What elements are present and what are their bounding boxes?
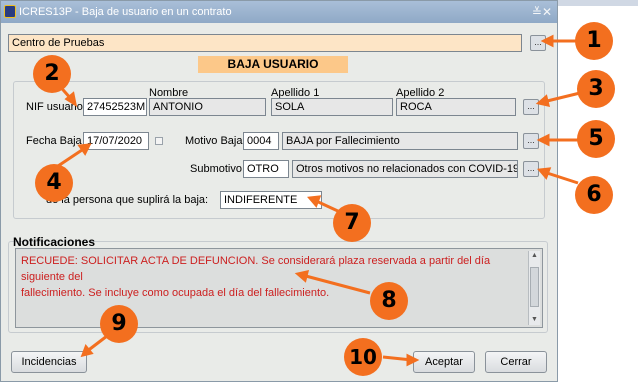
arrow-6-head bbox=[537, 167, 552, 180]
arrow-8-head bbox=[294, 270, 310, 283]
callout-10: 10 bbox=[344, 338, 382, 376]
arrow-3 bbox=[542, 91, 581, 104]
arrow-6 bbox=[543, 170, 579, 185]
arrow-10-head bbox=[406, 353, 420, 367]
arrow-7-head bbox=[307, 195, 322, 208]
arrow-8 bbox=[301, 273, 371, 295]
callout-9: 9 bbox=[100, 305, 138, 343]
callout-3: 3 bbox=[577, 70, 615, 108]
callout-5: 5 bbox=[577, 120, 615, 158]
callout-6: 6 bbox=[575, 176, 613, 214]
arrow-5-head bbox=[536, 133, 550, 147]
callout-7: 7 bbox=[333, 204, 371, 242]
callout-4: 4 bbox=[35, 164, 73, 202]
callout-8: 8 bbox=[370, 282, 408, 320]
callout-arrows bbox=[54, 34, 581, 367]
callout-1: 1 bbox=[575, 22, 613, 60]
arrow-1-head bbox=[540, 34, 554, 48]
arrow-3-head bbox=[535, 94, 551, 107]
callout-2: 2 bbox=[33, 55, 71, 93]
